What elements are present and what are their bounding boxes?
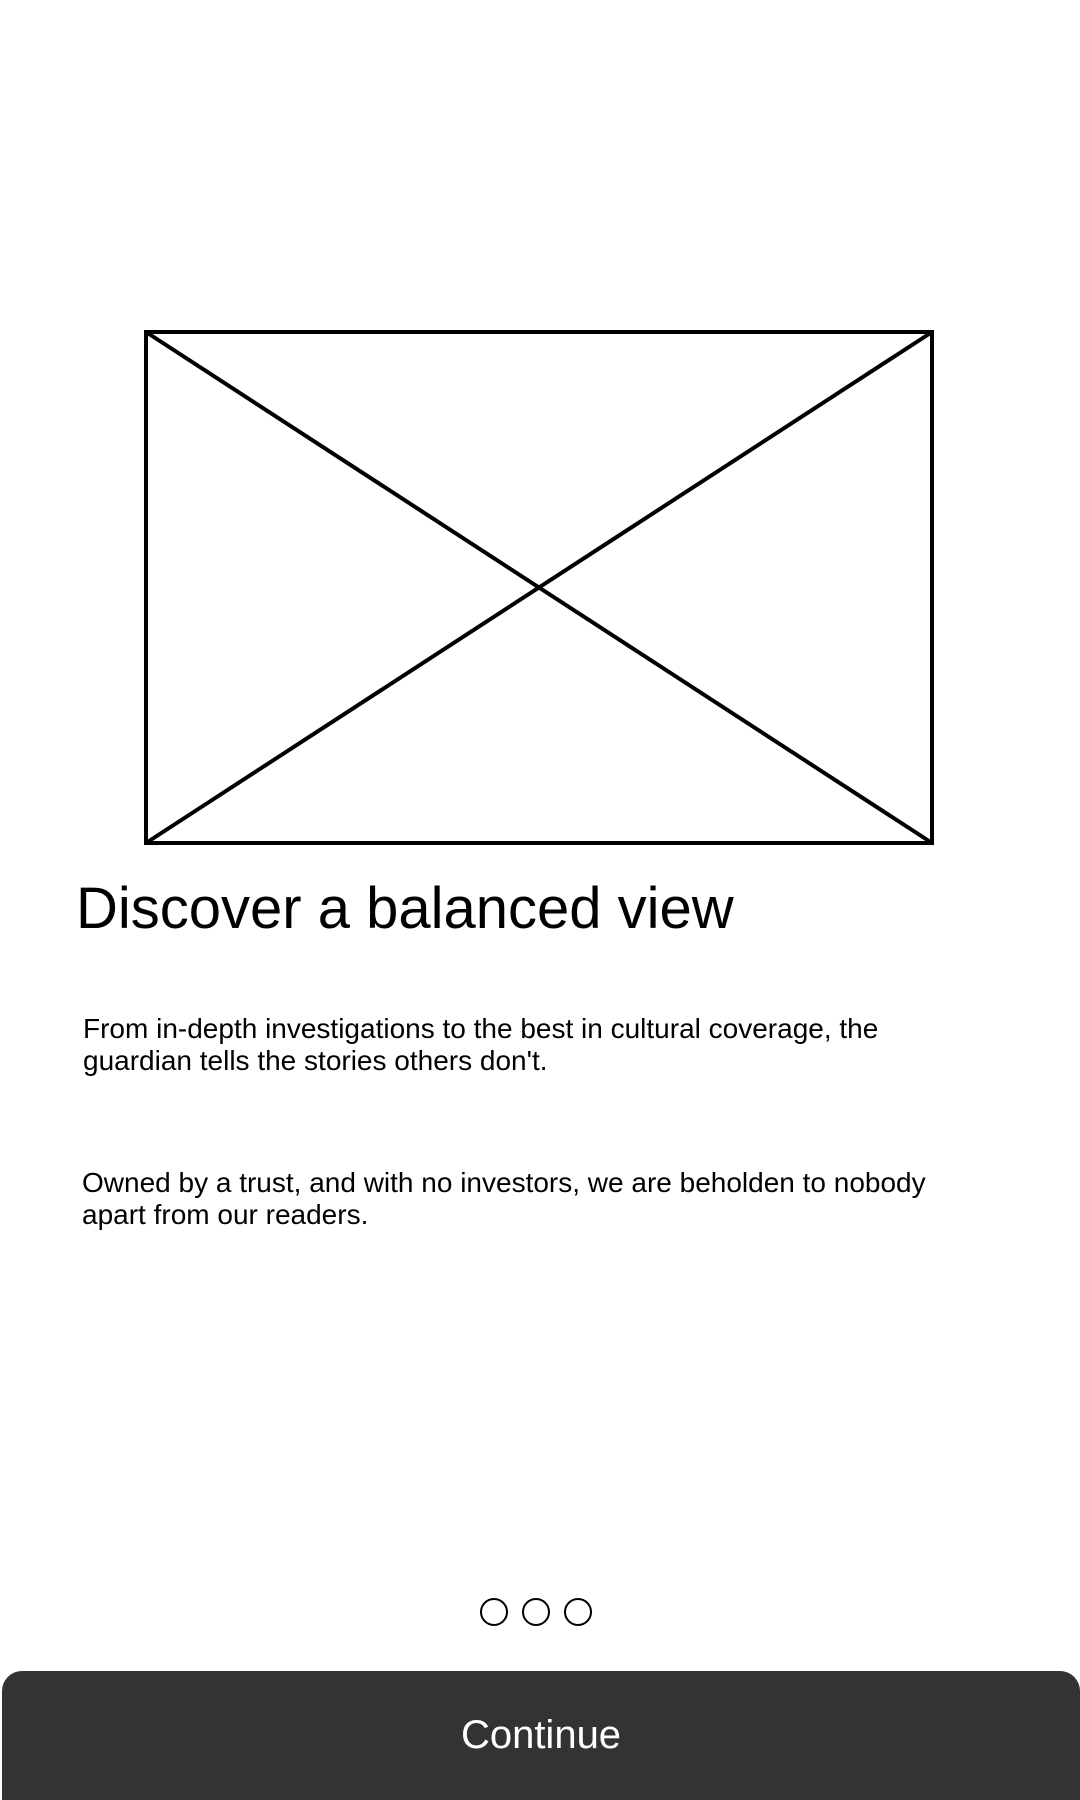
page-dot-3[interactable] — [564, 1598, 592, 1626]
ownership-paragraph: Owned by a trust, and with no investors,… — [82, 1167, 926, 1230]
page-dot-2[interactable] — [522, 1598, 550, 1626]
intro-paragraph: From in-depth investigations to the best… — [83, 1013, 879, 1076]
page-dot-1[interactable] — [480, 1598, 508, 1626]
continue-button[interactable]: Continue — [2, 1671, 1080, 1800]
page-title: Discover a balanced view — [76, 876, 734, 941]
image-placeholder-icon — [144, 330, 934, 845]
onboarding-screen: Discover a balanced view From in-depth i… — [0, 0, 1080, 1800]
page-indicator — [480, 1598, 592, 1626]
